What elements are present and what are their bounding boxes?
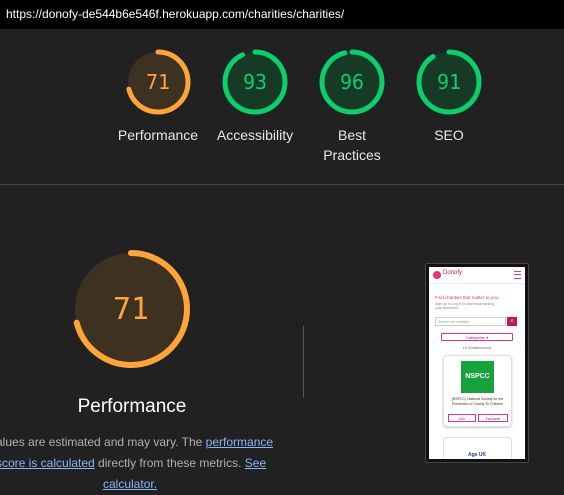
gauge-ring: 91 [416,49,482,115]
preview-header: Donofy [429,267,525,284]
screenshot-thumbnail[interactable]: Donofy Find charities that matter to you… [425,263,529,463]
gauge-score: 71 [146,70,170,94]
logo-icon [433,271,441,279]
page-preview: Donofy Find charities that matter to you… [429,267,525,459]
preview-fav-button: Favourite [478,414,508,422]
gauge-performance[interactable]: 71 Performance [108,49,208,145]
gauge-seo[interactable]: 91 SEO [399,49,499,145]
performance-link[interactable]: performance [206,435,273,449]
section-divider [0,184,564,185]
gauge-score: 93 [243,70,267,94]
preview-found: 15 Charities found [462,346,492,350]
search-icon: ⌕ [507,317,517,326]
gauge-label: SEO [434,127,464,143]
preview-card-desc: (NSPCC) National Society for the Prevent… [451,397,504,406]
vertical-divider [303,326,304,398]
preview-search: Search our charities [435,317,506,326]
gauge-ring: 71 [72,250,190,368]
performance-description: alues are estimated and may vary. The pe… [0,432,286,495]
desc-text: alues are estimated and may vary. The [0,435,206,449]
menu-icon [514,271,521,279]
preview-info-button: Info [448,414,476,422]
gauge-label: Best Practices [323,127,381,163]
gauge-label: Performance [117,127,199,143]
gauge-score: 96 [340,70,364,94]
preview-card-buttons: Info Favourite [448,414,508,422]
calculator-link[interactable]: calculator. [103,477,157,491]
gauge-ring: 93 [222,49,288,115]
gauge-best-practices[interactable]: 96 Best Practices [302,49,402,165]
score-calc-link[interactable]: score is calculated [0,456,95,470]
address-bar[interactable]: https://donofy-de544b6e546f.herokuapp.co… [0,0,564,29]
desc-text: directly from these metrics. [94,456,245,470]
preview-card: Age UK [443,437,512,459]
gauge-label: Accessibility [216,127,294,143]
ageuk-logo: Age UK [468,452,487,458]
gauge-score: 91 [437,70,461,94]
preview-subtext: Sign up or Log in to start bookmarking y… [435,302,495,310]
nspcc-logo: NSPCC [461,361,494,393]
see-link[interactable]: See [245,456,266,470]
gauge-score: 71 [113,292,149,327]
performance-gauge-large: 71 [70,248,192,375]
performance-title: Performance [77,396,187,417]
preview-headline: Find charities that matter to you. [435,295,500,300]
preview-categories: Categories ▾ [441,333,513,341]
gauge-ring: 96 [319,49,385,115]
gauge-accessibility[interactable]: 93 Accessibility [205,49,305,145]
gauge-ring: 71 [125,49,191,115]
score-summary: 71 Performance 93 Accessibility 96 Best … [0,29,564,184]
preview-brand: Donofy [443,270,463,276]
url-text: https://donofy-de544b6e546f.herokuapp.co… [6,7,345,21]
preview-card: NSPCC (NSPCC) National Society for the P… [443,355,512,427]
